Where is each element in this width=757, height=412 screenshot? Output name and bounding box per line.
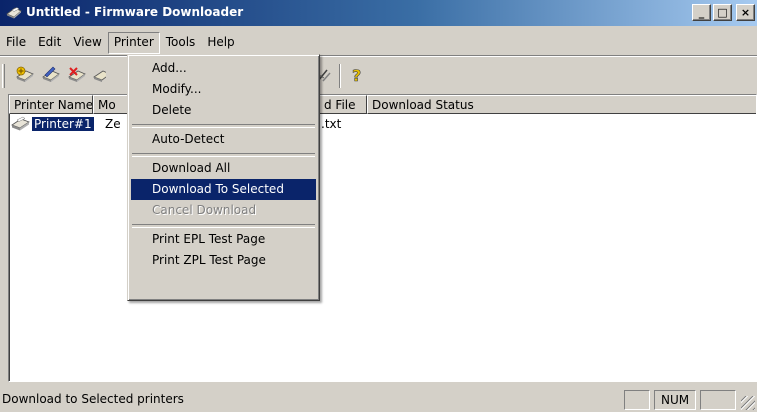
menu-item-add[interactable]: Add...: [131, 58, 316, 79]
printer-menu-dropdown: Add... Modify... Delete Auto-Detect Down…: [127, 54, 320, 301]
menu-item-delete[interactable]: Delete: [131, 100, 316, 121]
svg-text:?: ?: [352, 66, 361, 84]
minimize-icon: _: [698, 6, 705, 19]
printer-icon: [92, 66, 106, 87]
toolbar-separator: [339, 64, 341, 88]
menu-item-cancel-download: Cancel Download: [152, 203, 257, 217]
help-question-icon: ?: [349, 65, 365, 87]
printer-model-cell: Ze: [105, 117, 121, 131]
column-download-status[interactable]: Download Status: [367, 95, 756, 114]
delete-printer-button[interactable]: [66, 65, 88, 87]
minimize-button[interactable]: _: [692, 4, 711, 21]
resize-grip-icon[interactable]: [741, 396, 755, 410]
toolbar: ?: [0, 57, 757, 93]
toolbar-grip[interactable]: [2, 64, 5, 88]
menu-item-print-epl-test[interactable]: Print EPL Test Page: [131, 229, 316, 250]
firmware-downloader-window: Untitled - Firmware Downloader _ □ × Fil…: [0, 0, 757, 412]
maximize-icon: □: [717, 6, 728, 19]
menu-tools[interactable]: Tools: [160, 32, 202, 54]
close-button[interactable]: ×: [736, 4, 755, 21]
menu-item-download-all[interactable]: Download All: [131, 158, 316, 179]
menu-item-download-to-selected[interactable]: Download To Selected: [131, 179, 316, 200]
menu-edit[interactable]: Edit: [32, 32, 67, 54]
menu-printer[interactable]: Printer: [107, 32, 160, 54]
close-icon: ×: [740, 6, 751, 19]
menu-separator: [131, 121, 316, 129]
printer-list[interactable]: Printer Name Mo d File Download Status P…: [8, 94, 757, 382]
title-bar[interactable]: Untitled - Firmware Downloader _ □ ×: [0, 0, 757, 26]
modify-printer-icon: [41, 66, 61, 87]
menu-file[interactable]: File: [0, 32, 32, 54]
add-printer-button[interactable]: [14, 65, 36, 87]
menu-separator: [131, 221, 316, 229]
table-row[interactable]: Printer#1: [11, 115, 95, 133]
menu-item-auto-detect[interactable]: Auto-Detect: [131, 129, 316, 150]
printer-file-cell: .txt: [321, 117, 342, 131]
help-button[interactable]: ?: [346, 65, 368, 87]
menu-bar: File Edit View Printer Tools Help: [0, 32, 241, 54]
menu-view[interactable]: View: [67, 32, 107, 54]
menu-separator: [131, 150, 316, 158]
add-printer-icon: [15, 66, 35, 87]
status-pane-num: NUM: [654, 390, 696, 410]
maximize-button[interactable]: □: [713, 4, 732, 21]
delete-printer-icon: [67, 66, 87, 87]
column-printer-name[interactable]: Printer Name: [9, 95, 93, 114]
status-pane-scroll: [700, 390, 736, 410]
window-title: Untitled - Firmware Downloader: [26, 5, 244, 19]
printer-row-icon: [11, 116, 31, 132]
status-pane-caps: [624, 390, 650, 410]
printer-name-cell: Printer#1: [31, 116, 95, 132]
menu-help[interactable]: Help: [201, 32, 240, 54]
status-message: Download to Selected printers: [2, 392, 184, 406]
status-bar: Download to Selected printers NUM: [0, 386, 757, 412]
column-download-file[interactable]: d File: [319, 95, 367, 114]
menu-item-print-zpl-test[interactable]: Print ZPL Test Page: [131, 250, 316, 271]
modify-printer-button[interactable]: [40, 65, 62, 87]
menu-item-modify[interactable]: Modify...: [131, 79, 316, 100]
app-printer-icon: [6, 6, 22, 19]
printer-button[interactable]: [92, 65, 106, 87]
num-lock-indicator: NUM: [661, 393, 690, 407]
